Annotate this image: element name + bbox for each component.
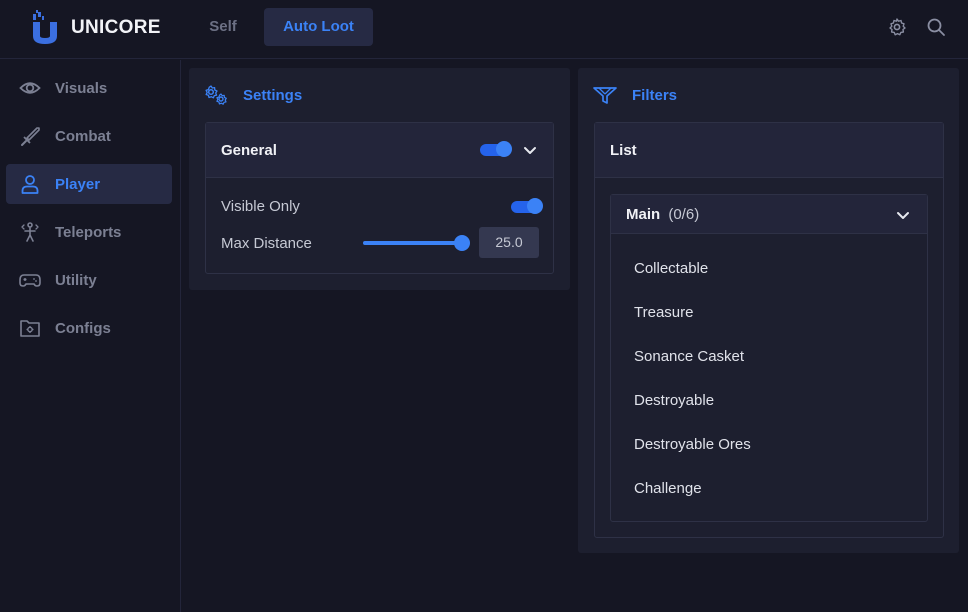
list-title: List — [610, 142, 637, 159]
tab-auto-loot[interactable]: Auto Loot — [264, 8, 373, 46]
gears-icon — [205, 85, 227, 105]
list-section: List Main (0/6) Collectable Treasure Son… — [594, 122, 944, 538]
filters-panel: Filters List Main (0/6) Collectable Trea… — [578, 68, 959, 553]
list-item-treasure[interactable]: Treasure — [634, 304, 693, 321]
visible-only-toggle[interactable] — [511, 198, 543, 214]
main-dropdown: Main (0/6) Collectable Treasure Sonance … — [610, 194, 928, 522]
general-section: General Visible Only Max Distance 25.0 — [205, 122, 554, 274]
main-dropdown-header[interactable]: Main (0/6) — [611, 195, 927, 234]
unicore-logo-icon — [33, 10, 57, 44]
list-item-destroyable[interactable]: Destroyable — [634, 392, 714, 409]
sidebar-item-label: Player — [55, 176, 101, 193]
sidebar-item-label: Combat — [55, 128, 111, 145]
dropdown-label: Main — [626, 206, 661, 223]
chevron-down-icon[interactable] — [522, 142, 538, 158]
eye-icon — [19, 82, 41, 94]
list-header: List — [595, 123, 943, 178]
search-icon[interactable] — [926, 17, 946, 37]
user-icon — [21, 175, 39, 194]
sidebar-item-label: Configs — [55, 320, 111, 337]
folder-gear-icon — [20, 320, 40, 337]
sidebar-item-player[interactable]: Player — [6, 164, 172, 204]
top-bar: UNICORE Self Auto Loot — [0, 0, 968, 59]
general-title: General — [221, 142, 277, 159]
max-distance-slider-track[interactable] — [363, 241, 463, 245]
dropdown-count: (0/6) — [668, 206, 700, 223]
list-item-destroyable-ores[interactable]: Destroyable Ores — [634, 436, 751, 453]
app-brand: UNICORE — [71, 17, 161, 38]
filter-plane-icon — [593, 87, 617, 104]
general-toggle[interactable] — [480, 141, 512, 157]
list-item-collectable[interactable]: Collectable — [634, 260, 708, 277]
settings-title: Settings — [243, 87, 303, 104]
list-item-challenge[interactable]: Challenge — [634, 480, 702, 497]
sidebar-item-combat[interactable]: Combat — [6, 116, 172, 156]
max-distance-label: Max Distance — [221, 235, 312, 252]
sidebar-item-configs[interactable]: Configs — [6, 308, 172, 348]
chevron-down-icon[interactable] — [895, 207, 911, 223]
filters-title: Filters — [632, 87, 678, 104]
max-distance-value[interactable]: 25.0 — [479, 227, 539, 258]
sidebar-item-visuals[interactable]: Visuals — [6, 68, 172, 108]
general-header[interactable]: General — [206, 123, 553, 178]
max-distance-slider-thumb[interactable] — [454, 235, 470, 251]
visible-only-label: Visible Only — [221, 198, 300, 215]
tab-self[interactable]: Self — [200, 8, 246, 46]
sidebar-item-label: Utility — [55, 272, 97, 289]
gamepad-icon — [19, 274, 41, 287]
sidebar-item-teleports[interactable]: Teleports — [6, 212, 172, 252]
sidebar-item-utility[interactable]: Utility — [6, 260, 172, 300]
list-item-sonance-casket[interactable]: Sonance Casket — [634, 348, 744, 365]
sword-icon — [21, 127, 40, 146]
sidebar-item-label: Visuals — [55, 80, 108, 97]
sidebar: Visuals Combat Player Teleports Utility … — [0, 60, 181, 612]
person-arrows-icon — [21, 222, 39, 242]
sidebar-item-label: Teleports — [55, 224, 122, 241]
gear-icon[interactable] — [887, 17, 907, 37]
settings-panel: Settings General Visible Only Max Distan… — [189, 68, 570, 290]
